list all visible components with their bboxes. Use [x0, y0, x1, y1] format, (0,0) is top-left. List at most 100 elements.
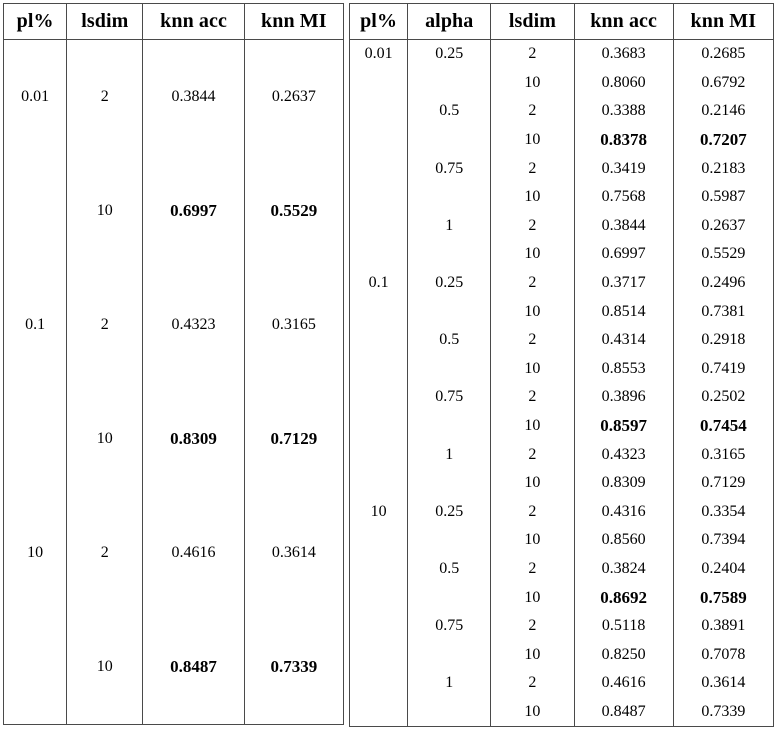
- right-col-header-lsdim: lsdim: [490, 3, 575, 40]
- table-row: 10 0.8309 0.7129: [3, 382, 344, 496]
- cell-knn-acc: 0.8060: [573, 68, 674, 98]
- right-table-head: pl% alpha lsdim knn acc knn MI: [349, 3, 774, 40]
- table-row: 0.75 2 0.3419 0.2183: [349, 154, 774, 183]
- cell-pl: [349, 440, 409, 469]
- table-row: 0.01 0.25 2 0.3683 0.2685: [349, 39, 774, 69]
- cell-pl: 0.01: [3, 39, 68, 154]
- cell-alpha: 0.75: [407, 383, 492, 412]
- cell-knn-mi: 0.5987: [672, 182, 774, 212]
- cell-knn-mi: 0.7207: [672, 125, 774, 155]
- cell-lsdim: 10: [490, 411, 575, 441]
- table-row: 10 0.8692 0.7589: [349, 583, 774, 612]
- cell-lsdim: 2: [490, 325, 575, 355]
- table-row: 10 0.8553 0.7419: [349, 354, 774, 384]
- cell-lsdim: 10: [490, 468, 575, 498]
- table-row: 0.75 2 0.5118 0.3891: [349, 611, 774, 641]
- cell-lsdim: 2: [490, 554, 575, 584]
- cell-knn-acc: 0.8309: [142, 382, 245, 496]
- cell-knn-mi: 0.2496: [672, 268, 774, 298]
- cell-knn-acc: 0.4616: [573, 669, 674, 698]
- cell-knn-mi: 0.5529: [672, 240, 774, 269]
- table-row: 10 0.8309 0.7129: [349, 468, 774, 498]
- table-row: 10 0.8378 0.7207: [349, 125, 774, 155]
- cell-alpha: 0.75: [407, 154, 492, 183]
- cell-alpha: 0.25: [407, 268, 492, 298]
- cell-lsdim: 10: [66, 610, 144, 725]
- cell-alpha: [407, 297, 492, 326]
- cell-pl: [349, 411, 409, 441]
- cell-pl: [349, 611, 409, 641]
- cell-knn-mi: 0.2637: [672, 211, 774, 241]
- cell-knn-mi: 0.5529: [243, 154, 344, 268]
- cell-knn-acc: 0.3844: [142, 39, 245, 154]
- cell-alpha: [407, 526, 492, 555]
- cell-lsdim: 10: [490, 583, 575, 612]
- cell-lsdim: 2: [490, 154, 575, 183]
- cell-pl: 0.1: [3, 268, 68, 382]
- right-col-header-knn-mi: knn MI: [672, 3, 774, 40]
- left-header-row: pl% lsdim knn acc knn MI: [3, 3, 344, 40]
- left-col-header-knn-acc: knn acc: [142, 3, 245, 40]
- cell-knn-acc: 0.6997: [573, 240, 674, 269]
- cell-lsdim: 2: [66, 39, 144, 154]
- cell-lsdim: 2: [490, 497, 575, 527]
- cell-knn-acc: 0.8487: [142, 610, 245, 725]
- cell-lsdim: 2: [66, 496, 144, 610]
- cell-lsdim: 2: [490, 611, 575, 641]
- cell-lsdim: 10: [66, 154, 144, 268]
- cell-pl: [3, 382, 68, 496]
- cell-pl: [349, 669, 409, 698]
- cell-knn-acc: 0.3844: [573, 211, 674, 241]
- table-row: 0.5 2 0.3388 0.2146: [349, 97, 774, 126]
- cell-knn-acc: 0.4323: [573, 440, 674, 469]
- right-table-body: 0.01 0.25 2 0.3683 0.2685 10 0.8060 0.6792 0.5 2 0…: [349, 39, 774, 727]
- table-row: 0.01 2 0.3844 0.2637: [3, 39, 344, 154]
- cell-knn-mi: 0.2146: [672, 97, 774, 126]
- cell-knn-mi: 0.7589: [672, 583, 774, 612]
- cell-alpha: [407, 240, 492, 269]
- left-table-body: 0.01 2 0.3844 0.2637 10 0.6997 0.5529 0.1 2 0.432…: [3, 39, 344, 725]
- cell-knn-mi: 0.2637: [243, 39, 344, 154]
- cell-pl: [349, 182, 409, 212]
- cell-knn-acc: 0.8560: [573, 526, 674, 555]
- cell-knn-mi: 0.7339: [243, 610, 344, 725]
- left-table-head: pl% lsdim knn acc knn MI: [3, 3, 344, 40]
- cell-knn-acc: 0.4323: [142, 268, 245, 382]
- cell-knn-acc: 0.3824: [573, 554, 674, 584]
- cell-knn-acc: 0.8487: [573, 697, 674, 727]
- table-row: 10 0.6997 0.5529: [349, 240, 774, 269]
- cell-knn-acc: 0.4616: [142, 496, 245, 610]
- cell-knn-mi: 0.3354: [672, 497, 774, 527]
- cell-knn-acc: 0.8553: [573, 354, 674, 384]
- table-row: 0.1 0.25 2 0.3717 0.2496: [349, 268, 774, 298]
- cell-knn-mi: 0.2502: [672, 383, 774, 412]
- right-col-header-alpha: alpha: [407, 3, 492, 40]
- cell-alpha: 0.5: [407, 554, 492, 584]
- cell-alpha: [407, 697, 492, 727]
- cell-alpha: [407, 411, 492, 441]
- cell-lsdim: 2: [66, 268, 144, 382]
- cell-knn-mi: 0.7419: [672, 354, 774, 384]
- cell-alpha: 0.5: [407, 325, 492, 355]
- cell-pl: [349, 354, 409, 384]
- cell-knn-acc: 0.8514: [573, 297, 674, 326]
- cell-knn-acc: 0.3388: [573, 97, 674, 126]
- page-root: pl% lsdim knn acc knn MI 0.01 2 0.3844 0.26…: [0, 0, 777, 743]
- cell-pl: [349, 554, 409, 584]
- cell-knn-acc: 0.8378: [573, 125, 674, 155]
- table-row: 10 0.6997 0.5529: [3, 154, 344, 268]
- cell-pl: [349, 468, 409, 498]
- cell-knn-acc: 0.4316: [573, 497, 674, 527]
- cell-lsdim: 2: [490, 211, 575, 241]
- cell-pl: 10: [349, 497, 409, 527]
- table-row: 0.5 2 0.3824 0.2404: [349, 554, 774, 584]
- cell-lsdim: 2: [490, 669, 575, 698]
- cell-knn-mi: 0.3891: [672, 611, 774, 641]
- cell-pl: [349, 526, 409, 555]
- cell-pl: [349, 68, 409, 98]
- cell-pl: [3, 610, 68, 725]
- cell-pl: [349, 125, 409, 155]
- cell-lsdim: 10: [490, 354, 575, 384]
- cell-lsdim: 10: [490, 125, 575, 155]
- cell-pl: [349, 583, 409, 612]
